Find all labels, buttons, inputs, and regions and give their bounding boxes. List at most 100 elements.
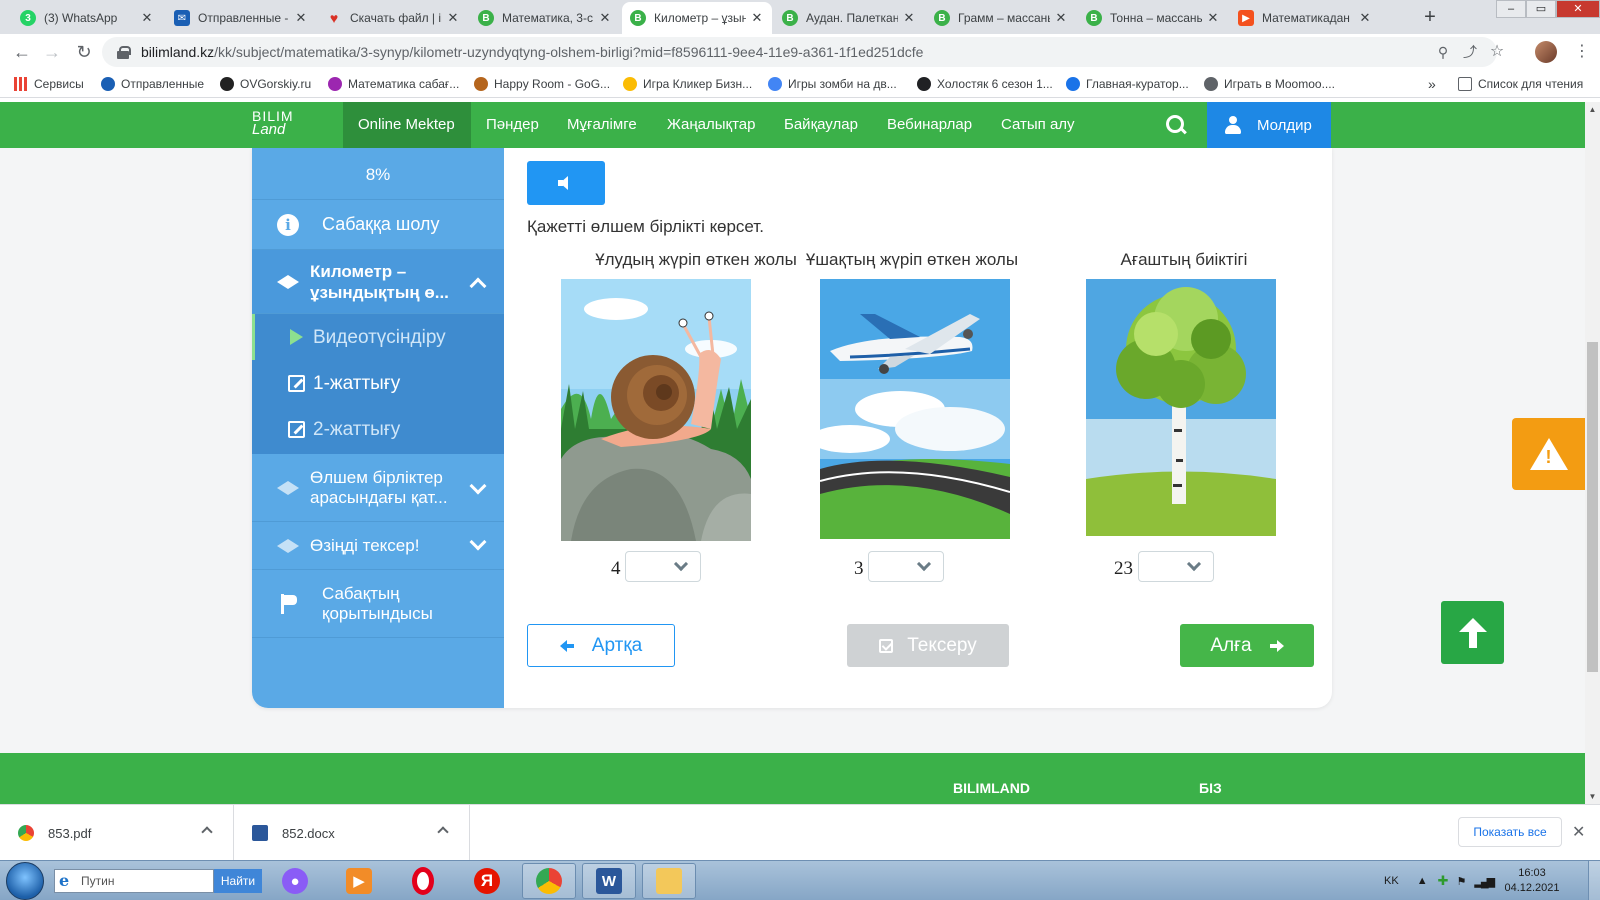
- nav-webinars[interactable]: Вебинарлар: [887, 116, 972, 133]
- audio-button[interactable]: [527, 161, 605, 205]
- word-icon[interactable]: W: [582, 863, 636, 899]
- user-account-button[interactable]: Молдир: [1207, 102, 1331, 148]
- sidebar-item-video[interactable]: Видеотүсіндіру: [252, 314, 504, 360]
- sidebar-item-current-topic[interactable]: Километр – ұзындықтың ө...: [252, 250, 504, 314]
- close-tab-icon[interactable]: ✕: [750, 10, 764, 26]
- back-button[interactable]: Артқа: [527, 624, 675, 667]
- report-error-button[interactable]: !: [1512, 418, 1585, 490]
- browser-tab[interactable]: ♥ Скачать файл | iL ✕: [318, 2, 468, 34]
- download-item[interactable]: 853.pdf: [0, 805, 234, 861]
- media-player-icon[interactable]: ▶: [332, 863, 386, 899]
- item-1-unit-select[interactable]: [625, 551, 701, 582]
- browser-tab[interactable]: B Математика, 3-с ✕: [470, 2, 620, 34]
- taskbar-find-button[interactable]: Найти: [214, 869, 262, 893]
- yandex-icon[interactable]: Я: [460, 863, 514, 899]
- close-tab-icon[interactable]: ✕: [1206, 10, 1220, 26]
- close-tab-icon[interactable]: ✕: [140, 10, 154, 26]
- opera-icon[interactable]: [396, 863, 450, 899]
- network-status-icon[interactable]: ✚: [1438, 873, 1449, 889]
- browser-tab[interactable]: B Аудан. Палеткан ✕: [774, 2, 924, 34]
- search-icon[interactable]: [1165, 114, 1187, 136]
- item-2-unit-select[interactable]: [868, 551, 944, 582]
- zoom-icon[interactable]: ⚲: [1434, 43, 1452, 61]
- bookmarks-overflow-icon[interactable]: »: [1428, 75, 1436, 93]
- sidebar-item-exercise-1[interactable]: 1-жаттығу: [252, 360, 504, 406]
- taskbar-search-input[interactable]: e Путин: [54, 869, 214, 893]
- bookmark-item[interactable]: Игра Кликер Бизн...: [623, 75, 752, 93]
- footer-link-about[interactable]: БІЗ: [1199, 780, 1222, 796]
- taskbar-clock[interactable]: 16:03 04.12.2021: [1504, 866, 1560, 896]
- star-icon[interactable]: ☆: [1488, 43, 1506, 61]
- new-tab-button[interactable]: +: [1418, 6, 1442, 30]
- check-button[interactable]: Тексеру: [847, 624, 1009, 667]
- sidebar-item-overview[interactable]: i Сабаққа шолу: [252, 200, 504, 250]
- bookmark-item[interactable]: Холостяк 6 сезон 1...: [917, 75, 1053, 93]
- bookmark-item[interactable]: Играть в Moomoo....: [1204, 75, 1335, 93]
- share-icon[interactable]: ⤴: [1461, 43, 1479, 61]
- address-bar[interactable]: bilimland.kz/kk/subject/matematika/3-syn…: [102, 37, 1504, 67]
- browser-tab[interactable]: B Тонна – массаны ✕: [1078, 2, 1228, 34]
- close-tab-icon[interactable]: ✕: [1054, 10, 1068, 26]
- nav-news[interactable]: Жаңалықтар: [667, 116, 755, 133]
- show-desktop-button[interactable]: [1588, 861, 1600, 900]
- bookmark-item[interactable]: Игры зомби на дв...: [768, 75, 897, 93]
- reading-list[interactable]: Список для чтения: [1458, 75, 1583, 93]
- nav-contests[interactable]: Байқаулар: [784, 116, 858, 133]
- bookmark-item[interactable]: Математика сабағ...: [328, 75, 459, 93]
- next-button[interactable]: Алға: [1180, 624, 1314, 667]
- chevron-down-icon[interactable]: [469, 533, 487, 551]
- signal-icon[interactable]: ▂▄▆: [1474, 875, 1495, 888]
- tray-expand-icon[interactable]: ▲: [1417, 875, 1428, 887]
- browser-tab[interactable]: B Километр – ұзын ✕: [622, 2, 772, 34]
- menu-icon[interactable]: ⋮: [1572, 40, 1592, 64]
- restore-button[interactable]: ▭: [1526, 0, 1556, 18]
- close-tab-icon[interactable]: ✕: [294, 10, 308, 26]
- nav-online-mektep[interactable]: Online Mektep: [358, 116, 455, 133]
- chevron-up-icon[interactable]: [201, 826, 213, 838]
- close-tab-icon[interactable]: ✕: [598, 10, 612, 26]
- close-tab-icon[interactable]: ✕: [1358, 10, 1372, 26]
- scroll-up-icon[interactable]: ▲: [1585, 102, 1600, 117]
- browser-tab[interactable]: ✉ Отправленные - ✕: [166, 2, 316, 34]
- back-arrow-icon[interactable]: ←: [10, 40, 34, 64]
- scrollbar-thumb[interactable]: [1587, 342, 1598, 672]
- close-downloads-icon[interactable]: ✕: [1572, 822, 1585, 842]
- show-all-downloads-button[interactable]: Показать все: [1458, 817, 1562, 847]
- bilimland-logo[interactable]: BILIM Land: [252, 109, 294, 137]
- item-3-unit-select[interactable]: [1138, 551, 1214, 582]
- sidebar-item-topic-2[interactable]: Өлшем бірліктер арасындағы қат...: [252, 454, 504, 522]
- browser-tab[interactable]: B Грамм – массаны ✕: [926, 2, 1076, 34]
- bookmark-item[interactable]: Отправленные: [101, 75, 204, 93]
- close-tab-icon[interactable]: ✕: [446, 10, 460, 26]
- scroll-down-icon[interactable]: ▼: [1585, 789, 1600, 804]
- nav-subjects[interactable]: Пәндер: [486, 116, 539, 133]
- bookmark-item[interactable]: OVGorskiy.ru: [220, 75, 311, 93]
- footer-link-bilimland[interactable]: BILIMLAND: [953, 780, 1030, 796]
- browser-tab[interactable]: 3 (3) WhatsApp ✕: [12, 2, 162, 34]
- reload-icon[interactable]: ↻: [72, 40, 96, 64]
- browser-tab[interactable]: ▶ Математикадан ✕: [1230, 2, 1380, 34]
- bookmark-item[interactable]: Happy Room - GoG...: [474, 75, 610, 93]
- sidebar-item-summary[interactable]: Сабақтың қорытындысы: [252, 570, 504, 638]
- url-text[interactable]: bilimland.kz/kk/subject/matematika/3-syn…: [141, 44, 923, 60]
- bookmark-item[interactable]: Главная-куратор...: [1066, 75, 1189, 93]
- chrome-icon[interactable]: [522, 863, 576, 899]
- page-scrollbar[interactable]: ▲ ▼: [1585, 102, 1600, 804]
- chevron-up-icon[interactable]: [437, 826, 449, 838]
- flag-icon[interactable]: ⚑: [1456, 875, 1466, 888]
- close-tab-icon[interactable]: ✕: [902, 10, 916, 26]
- download-item[interactable]: 852.docx: [234, 805, 470, 861]
- close-window-button[interactable]: ✕: [1556, 0, 1600, 18]
- explorer-icon[interactable]: [642, 863, 696, 899]
- start-button[interactable]: [6, 862, 44, 900]
- nav-buy[interactable]: Сатып алу: [1001, 116, 1075, 133]
- scroll-to-top-button[interactable]: [1441, 601, 1504, 664]
- alice-icon[interactable]: ●: [268, 863, 322, 899]
- lock-icon[interactable]: [117, 46, 131, 59]
- profile-avatar[interactable]: [1535, 41, 1557, 63]
- sidebar-item-exercise-2[interactable]: 2-жаттығу: [252, 406, 504, 452]
- sidebar-item-self-test[interactable]: Өзіңді тексер!: [252, 522, 504, 570]
- minimize-button[interactable]: –: [1496, 0, 1526, 18]
- forward-arrow-icon[interactable]: →: [40, 40, 64, 64]
- bookmark-item[interactable]: Сервисы: [14, 75, 84, 93]
